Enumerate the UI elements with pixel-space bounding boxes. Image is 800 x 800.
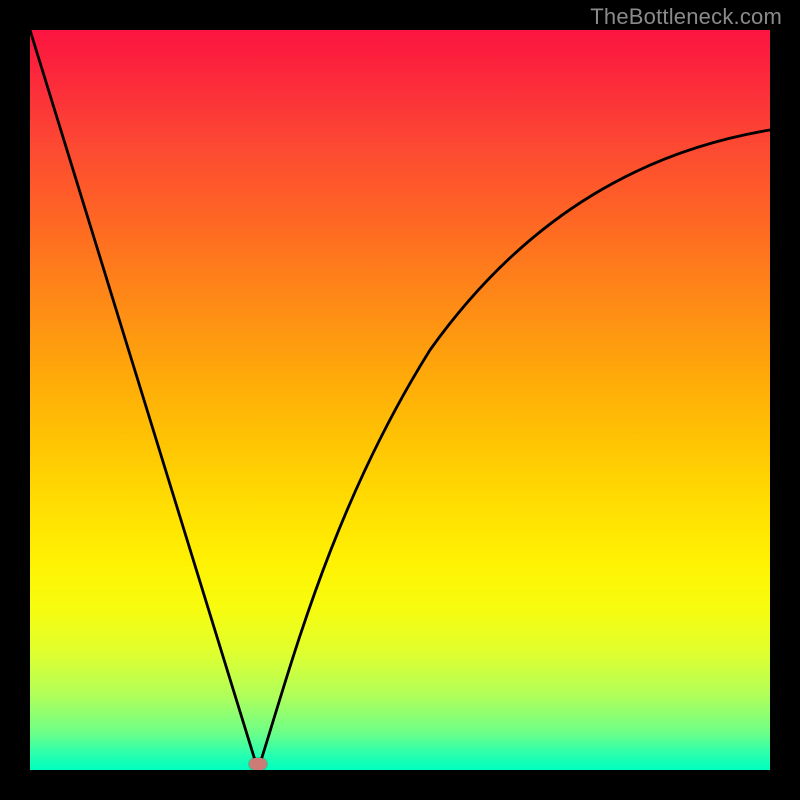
curve-svg: [30, 30, 770, 770]
chart-frame: TheBottleneck.com: [0, 0, 800, 800]
watermark-text: TheBottleneck.com: [590, 4, 782, 30]
curve-right-segment: [258, 130, 770, 770]
min-point-marker: [249, 758, 267, 770]
curve-left-segment: [30, 30, 258, 770]
plot-area: [30, 30, 770, 770]
